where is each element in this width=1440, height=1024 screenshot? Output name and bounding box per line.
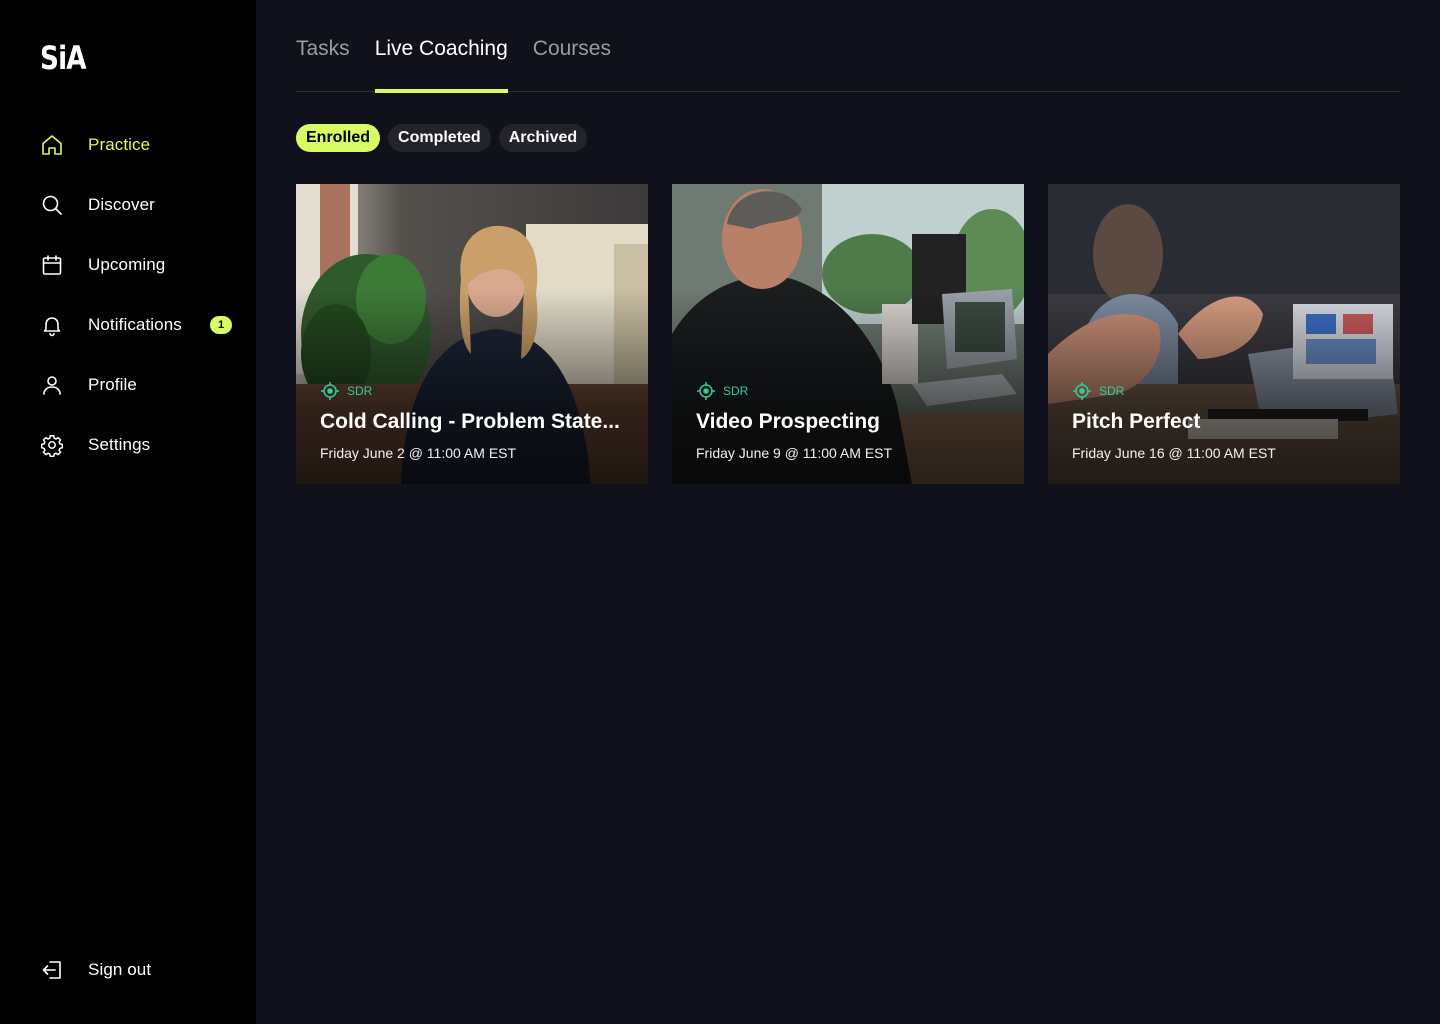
card-overlay [1048,184,1400,484]
card-date: Friday June 16 @ 11:00 AM EST [1072,445,1276,461]
search-icon [40,193,64,217]
gear-icon [40,433,64,457]
sidebar-item-label: Settings [88,435,151,454]
card-tag-label: SDR [347,384,373,398]
tab-courses[interactable]: Courses [533,0,611,92]
sidebar-nav: Practice Discover Upcoming Notifications… [0,115,256,475]
sidebar-item-discover[interactable]: Discover [0,175,256,235]
card-date: Friday June 9 @ 11:00 AM EST [696,445,893,461]
sign-out-button[interactable]: Sign out [0,940,256,1000]
sidebar: SiA Practice Discover Upcoming Notificat… [0,0,256,1024]
card-overlay [296,184,648,484]
user-icon [40,373,64,397]
calendar-icon [40,253,64,277]
tab-live-coaching[interactable]: Live Coaching [374,0,508,93]
sidebar-item-label: Notifications [88,315,182,334]
target-icon [321,382,339,400]
tab-bar: Tasks Live Coaching Courses [296,0,1400,93]
coaching-card[interactable]: SDR Video Prospecting Friday June 9 @ 11… [672,184,1024,484]
sidebar-item-settings[interactable]: Settings [0,415,256,475]
sidebar-item-practice[interactable]: Practice [0,115,256,175]
main-content: Tasks Live Coaching Courses Enrolled Com… [256,0,1440,1024]
sidebar-item-notifications[interactable]: Notifications 1 [0,295,256,355]
filter-enrolled[interactable]: Enrolled [296,124,381,152]
filter-chips: Enrolled Completed Archived [296,124,595,152]
card-overlay [672,184,1024,484]
sidebar-signout: Sign out [0,940,256,1000]
card-tag-label: SDR [1099,384,1125,398]
sidebar-item-label: Discover [88,195,155,214]
card-tag-label: SDR [723,384,749,398]
card-title: Pitch Perfect [1072,410,1201,433]
sidebar-item-label: Upcoming [88,255,166,274]
notification-count-badge: 1 [210,316,232,334]
card-tag: SDR [320,381,372,401]
home-icon [40,133,64,157]
filter-completed[interactable]: Completed [388,124,491,152]
sidebar-item-label: Practice [88,135,151,154]
tab-tasks[interactable]: Tasks [296,0,350,92]
card-title: Video Prospecting [696,410,880,433]
target-icon [697,382,715,400]
sign-out-label: Sign out [88,960,152,979]
bell-icon [40,313,64,337]
coaching-card[interactable]: SDR Cold Calling - Problem State... Frid… [296,184,648,484]
coaching-card-list: SDR Cold Calling - Problem State... Frid… [296,184,1400,484]
filter-archived[interactable]: Archived [498,124,588,152]
app-logo[interactable]: SiA [40,40,87,76]
card-tag: SDR [696,381,748,401]
card-title: Cold Calling - Problem State... [320,410,620,433]
sign-out-icon [40,958,64,982]
coaching-card[interactable]: SDR Pitch Perfect Friday June 16 @ 11:00… [1048,184,1400,484]
sidebar-item-upcoming[interactable]: Upcoming [0,235,256,295]
sidebar-item-profile[interactable]: Profile [0,355,256,415]
card-date: Friday June 2 @ 11:00 AM EST [320,445,517,461]
sidebar-item-label: Profile [88,375,137,394]
card-tag: SDR [1072,381,1124,401]
target-icon [1073,382,1091,400]
